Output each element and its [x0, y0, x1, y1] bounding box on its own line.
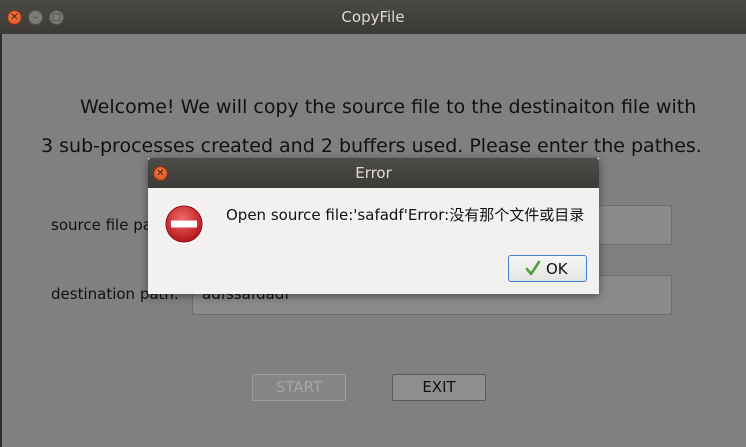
checkmark-icon: [525, 260, 541, 276]
ok-button-label: OK: [546, 260, 568, 278]
welcome-text-line-1: Welcome! We will copy the source file to…: [80, 96, 697, 118]
main-window-titlebar[interactable]: ✕ – □ CopyFile: [0, 0, 746, 34]
window-title: CopyFile: [341, 8, 405, 26]
exit-button[interactable]: EXIT: [392, 374, 486, 401]
source-path-label: source file pa: [51, 216, 152, 234]
welcome-text-line-2: 3 sub-processes created and 2 buffers us…: [41, 135, 702, 157]
error-icon: [165, 205, 203, 243]
ok-button[interactable]: OK: [508, 255, 587, 282]
error-dialog: ✕ Error Open source file:'safadf'Error:没…: [148, 158, 599, 294]
dialog-title: Error: [355, 164, 392, 182]
error-message: Open source file:'safadf'Error:没有那个文件或目录: [226, 206, 585, 224]
start-button[interactable]: START: [252, 374, 346, 401]
dialog-titlebar[interactable]: ✕ Error: [148, 158, 599, 188]
